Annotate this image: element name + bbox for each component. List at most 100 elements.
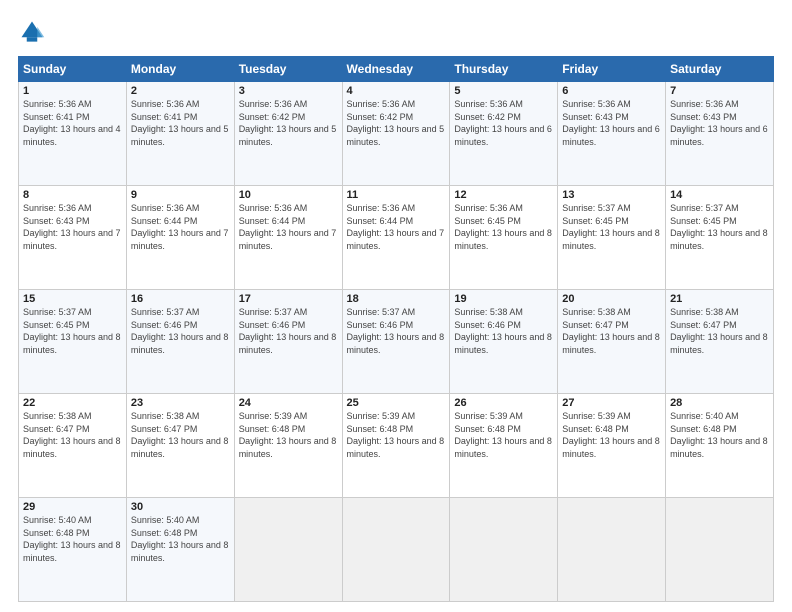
day-info: Sunrise: 5:36 AMSunset: 6:41 PMDaylight:… — [23, 98, 122, 148]
day-info: Sunrise: 5:39 AMSunset: 6:48 PMDaylight:… — [239, 410, 338, 460]
week-row-5: 29Sunrise: 5:40 AMSunset: 6:48 PMDayligh… — [19, 498, 774, 602]
logo-icon — [18, 18, 46, 46]
week-row-1: 1Sunrise: 5:36 AMSunset: 6:41 PMDaylight… — [19, 82, 774, 186]
day-info: Sunrise: 5:36 AMSunset: 6:42 PMDaylight:… — [239, 98, 338, 148]
day-info: Sunrise: 5:36 AMSunset: 6:43 PMDaylight:… — [562, 98, 661, 148]
day-info: Sunrise: 5:36 AMSunset: 6:45 PMDaylight:… — [454, 202, 553, 252]
day-info: Sunrise: 5:37 AMSunset: 6:45 PMDaylight:… — [23, 306, 122, 356]
week-row-3: 15Sunrise: 5:37 AMSunset: 6:45 PMDayligh… — [19, 290, 774, 394]
day-cell: 16Sunrise: 5:37 AMSunset: 6:46 PMDayligh… — [126, 290, 234, 394]
day-cell: 24Sunrise: 5:39 AMSunset: 6:48 PMDayligh… — [234, 394, 342, 498]
day-cell — [450, 498, 558, 602]
day-number: 1 — [23, 85, 122, 97]
day-number: 29 — [23, 501, 122, 513]
day-info: Sunrise: 5:36 AMSunset: 6:44 PMDaylight:… — [347, 202, 446, 252]
day-cell: 27Sunrise: 5:39 AMSunset: 6:48 PMDayligh… — [558, 394, 666, 498]
day-cell: 25Sunrise: 5:39 AMSunset: 6:48 PMDayligh… — [342, 394, 450, 498]
day-number: 7 — [670, 85, 769, 97]
day-number: 30 — [131, 501, 230, 513]
day-number: 4 — [347, 85, 446, 97]
day-cell: 4Sunrise: 5:36 AMSunset: 6:42 PMDaylight… — [342, 82, 450, 186]
day-info: Sunrise: 5:38 AMSunset: 6:47 PMDaylight:… — [670, 306, 769, 356]
day-number: 13 — [562, 189, 661, 201]
header — [18, 18, 774, 46]
day-number: 6 — [562, 85, 661, 97]
day-number: 12 — [454, 189, 553, 201]
day-cell: 13Sunrise: 5:37 AMSunset: 6:45 PMDayligh… — [558, 186, 666, 290]
day-info: Sunrise: 5:36 AMSunset: 6:44 PMDaylight:… — [131, 202, 230, 252]
day-number: 15 — [23, 293, 122, 305]
day-cell: 14Sunrise: 5:37 AMSunset: 6:45 PMDayligh… — [666, 186, 774, 290]
day-number: 8 — [23, 189, 122, 201]
day-cell: 6Sunrise: 5:36 AMSunset: 6:43 PMDaylight… — [558, 82, 666, 186]
day-number: 19 — [454, 293, 553, 305]
day-cell: 17Sunrise: 5:37 AMSunset: 6:46 PMDayligh… — [234, 290, 342, 394]
day-info: Sunrise: 5:38 AMSunset: 6:47 PMDaylight:… — [562, 306, 661, 356]
day-number: 20 — [562, 293, 661, 305]
day-number: 27 — [562, 397, 661, 409]
day-info: Sunrise: 5:40 AMSunset: 6:48 PMDaylight:… — [131, 514, 230, 564]
header-thursday: Thursday — [450, 57, 558, 82]
day-number: 10 — [239, 189, 338, 201]
day-info: Sunrise: 5:38 AMSunset: 6:47 PMDaylight:… — [23, 410, 122, 460]
day-cell: 28Sunrise: 5:40 AMSunset: 6:48 PMDayligh… — [666, 394, 774, 498]
day-cell: 3Sunrise: 5:36 AMSunset: 6:42 PMDaylight… — [234, 82, 342, 186]
day-cell: 9Sunrise: 5:36 AMSunset: 6:44 PMDaylight… — [126, 186, 234, 290]
day-info: Sunrise: 5:36 AMSunset: 6:42 PMDaylight:… — [347, 98, 446, 148]
day-number: 2 — [131, 85, 230, 97]
day-number: 14 — [670, 189, 769, 201]
day-info: Sunrise: 5:39 AMSunset: 6:48 PMDaylight:… — [347, 410, 446, 460]
logo — [18, 18, 50, 46]
header-saturday: Saturday — [666, 57, 774, 82]
day-cell: 8Sunrise: 5:36 AMSunset: 6:43 PMDaylight… — [19, 186, 127, 290]
day-cell — [342, 498, 450, 602]
day-number: 9 — [131, 189, 230, 201]
day-info: Sunrise: 5:40 AMSunset: 6:48 PMDaylight:… — [670, 410, 769, 460]
day-cell: 10Sunrise: 5:36 AMSunset: 6:44 PMDayligh… — [234, 186, 342, 290]
week-row-4: 22Sunrise: 5:38 AMSunset: 6:47 PMDayligh… — [19, 394, 774, 498]
day-info: Sunrise: 5:36 AMSunset: 6:43 PMDaylight:… — [670, 98, 769, 148]
header-row: SundayMondayTuesdayWednesdayThursdayFrid… — [19, 57, 774, 82]
day-cell: 19Sunrise: 5:38 AMSunset: 6:46 PMDayligh… — [450, 290, 558, 394]
day-info: Sunrise: 5:40 AMSunset: 6:48 PMDaylight:… — [23, 514, 122, 564]
day-cell: 26Sunrise: 5:39 AMSunset: 6:48 PMDayligh… — [450, 394, 558, 498]
day-number: 26 — [454, 397, 553, 409]
day-number: 23 — [131, 397, 230, 409]
day-cell: 15Sunrise: 5:37 AMSunset: 6:45 PMDayligh… — [19, 290, 127, 394]
day-info: Sunrise: 5:37 AMSunset: 6:45 PMDaylight:… — [562, 202, 661, 252]
day-number: 24 — [239, 397, 338, 409]
day-cell: 21Sunrise: 5:38 AMSunset: 6:47 PMDayligh… — [666, 290, 774, 394]
day-cell — [558, 498, 666, 602]
week-row-2: 8Sunrise: 5:36 AMSunset: 6:43 PMDaylight… — [19, 186, 774, 290]
day-info: Sunrise: 5:37 AMSunset: 6:46 PMDaylight:… — [347, 306, 446, 356]
day-info: Sunrise: 5:38 AMSunset: 6:47 PMDaylight:… — [131, 410, 230, 460]
day-info: Sunrise: 5:36 AMSunset: 6:43 PMDaylight:… — [23, 202, 122, 252]
day-cell: 1Sunrise: 5:36 AMSunset: 6:41 PMDaylight… — [19, 82, 127, 186]
day-info: Sunrise: 5:36 AMSunset: 6:41 PMDaylight:… — [131, 98, 230, 148]
day-cell: 18Sunrise: 5:37 AMSunset: 6:46 PMDayligh… — [342, 290, 450, 394]
header-tuesday: Tuesday — [234, 57, 342, 82]
day-number: 18 — [347, 293, 446, 305]
day-number: 3 — [239, 85, 338, 97]
header-wednesday: Wednesday — [342, 57, 450, 82]
day-cell: 5Sunrise: 5:36 AMSunset: 6:42 PMDaylight… — [450, 82, 558, 186]
header-friday: Friday — [558, 57, 666, 82]
day-info: Sunrise: 5:37 AMSunset: 6:46 PMDaylight:… — [131, 306, 230, 356]
day-number: 17 — [239, 293, 338, 305]
day-number: 16 — [131, 293, 230, 305]
page: SundayMondayTuesdayWednesdayThursdayFrid… — [0, 0, 792, 612]
day-number: 22 — [23, 397, 122, 409]
calendar-table: SundayMondayTuesdayWednesdayThursdayFrid… — [18, 56, 774, 602]
day-cell: 12Sunrise: 5:36 AMSunset: 6:45 PMDayligh… — [450, 186, 558, 290]
day-cell: 11Sunrise: 5:36 AMSunset: 6:44 PMDayligh… — [342, 186, 450, 290]
day-cell: 7Sunrise: 5:36 AMSunset: 6:43 PMDaylight… — [666, 82, 774, 186]
day-info: Sunrise: 5:39 AMSunset: 6:48 PMDaylight:… — [562, 410, 661, 460]
day-number: 21 — [670, 293, 769, 305]
day-info: Sunrise: 5:36 AMSunset: 6:42 PMDaylight:… — [454, 98, 553, 148]
day-info: Sunrise: 5:39 AMSunset: 6:48 PMDaylight:… — [454, 410, 553, 460]
header-sunday: Sunday — [19, 57, 127, 82]
day-number: 5 — [454, 85, 553, 97]
header-monday: Monday — [126, 57, 234, 82]
day-number: 28 — [670, 397, 769, 409]
day-info: Sunrise: 5:36 AMSunset: 6:44 PMDaylight:… — [239, 202, 338, 252]
